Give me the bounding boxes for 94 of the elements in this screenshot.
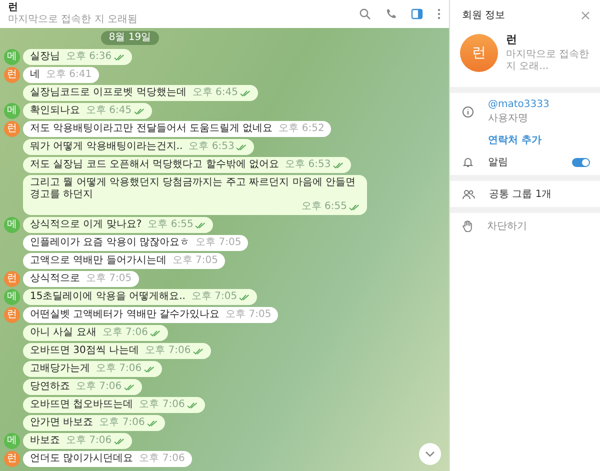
profile-name: 런 xyxy=(506,32,518,47)
people-icon xyxy=(462,188,475,200)
read-checks-icon xyxy=(134,108,145,114)
message-text: 네 xyxy=(30,69,40,81)
read-checks-icon xyxy=(114,438,125,444)
username-label: 사용자명 xyxy=(488,112,529,125)
date-badge: 8월 19일 xyxy=(100,31,160,45)
message-text: 어떤실벳 고액베터가 역배만 갈수가있나요 xyxy=(30,309,220,321)
more-icon[interactable] xyxy=(437,8,441,20)
read-checks-icon xyxy=(239,294,250,300)
message-time: 오후 6:36 xyxy=(66,51,112,63)
message-time: 오후 6:55 xyxy=(148,219,194,231)
read-checks-icon xyxy=(146,420,158,426)
search-icon[interactable] xyxy=(359,8,371,20)
message-text: 인플레이가 요즘 악용이 많잖아요ㅎ xyxy=(30,237,190,249)
message-text: 오바뜨면 30점씩 나는데 xyxy=(30,345,140,357)
message-time: 오후 7:06 xyxy=(66,435,112,447)
avatar[interactable]: 런 xyxy=(4,121,20,137)
chat-title: 런 xyxy=(8,2,19,14)
message-text: 확인되나요 xyxy=(30,105,80,117)
close-icon[interactable] xyxy=(581,10,590,20)
avatar[interactable]: 런 xyxy=(4,451,20,467)
message-text: 저도 실장님 코드 오픈해서 먹당했다고 할수밖에 없어요 xyxy=(30,159,280,171)
scroll-down-button[interactable] xyxy=(419,443,441,465)
avatar[interactable]: 런 xyxy=(4,271,20,287)
avatar[interactable]: 런 xyxy=(4,307,20,323)
read-checks-icon xyxy=(349,204,360,210)
username-link[interactable]: @mato3333 xyxy=(488,99,550,110)
notifications-toggle[interactable] xyxy=(572,158,590,166)
chevron-down-icon xyxy=(425,451,435,457)
bell-icon xyxy=(462,156,474,168)
avatar[interactable]: 메 xyxy=(4,103,20,119)
message-text: 고액으로 역배만 들어가시는데 xyxy=(30,255,166,267)
message-time: 오후 6:45 xyxy=(86,105,132,117)
avatar[interactable]: 메 xyxy=(4,289,20,305)
read-checks-icon xyxy=(114,54,125,60)
message-text: 저도 악용배팅이라고만 전달들어서 도움드릴게 없네요 xyxy=(30,123,273,135)
panel-title: 회원 정보 xyxy=(462,9,506,22)
read-checks-icon xyxy=(192,348,204,354)
message-text: 그리고 뭘 어떻게 악용했던지 당첨금까지는 주고 짜르던지 마음에 안들면 경고를 하던지 xyxy=(30,177,356,201)
read-checks-icon xyxy=(240,90,251,96)
message-time: 오후 6:53 xyxy=(285,159,331,171)
message-time: 오후 6:52 xyxy=(278,123,324,135)
message-text: 상식적으로 이게 맞나요? xyxy=(30,219,142,231)
message-text: 15초딜레이에 악용을 어떻게해요.. xyxy=(30,291,186,303)
profile-avatar: 런 xyxy=(460,34,498,72)
notifications-label: 알림 xyxy=(488,156,509,169)
read-checks-icon xyxy=(186,402,198,408)
chat-status: 마지막으로 접속한 지 오래됨 xyxy=(8,14,138,26)
message-text: 언더도 많이가시던데요 xyxy=(30,453,134,465)
message-time: 오후 7:06 xyxy=(145,345,191,357)
common-groups-item[interactable]: 공통 그룹 1개 xyxy=(489,187,590,201)
message-text: 고배당가는게 xyxy=(30,363,90,375)
info-icon xyxy=(462,106,474,118)
message-text: 안가면 바보죠 xyxy=(30,417,94,429)
read-checks-icon xyxy=(236,144,248,150)
avatar[interactable]: 메 xyxy=(4,49,20,65)
message-text: 뭐가 어떻게 악용배팅이라는건지.. xyxy=(30,141,183,153)
read-checks-icon xyxy=(144,366,155,372)
message-time: 오후 6:41 xyxy=(46,69,92,81)
message-time: 오후 7:06 xyxy=(99,417,145,429)
message-text: 실장님코드로 이프로벳 먹당했는데 xyxy=(30,87,186,99)
read-checks-icon xyxy=(124,384,135,390)
message-time: 오후 6:55 xyxy=(301,201,347,213)
message-time: 오후 7:06 xyxy=(76,381,122,393)
message-time: 오후 7:05 xyxy=(191,291,238,303)
sidebar-toggle-icon[interactable] xyxy=(411,8,423,20)
avatar[interactable]: 메 xyxy=(4,217,20,233)
block-user-item[interactable]: 차단하기 xyxy=(487,219,590,233)
read-checks-icon xyxy=(150,330,161,336)
message-time: 오후 7:05 xyxy=(226,309,272,321)
message-time: 오후 7:06 xyxy=(96,363,142,375)
avatar[interactable]: 런 xyxy=(4,67,20,83)
phone-icon[interactable] xyxy=(385,8,397,20)
message-time: 오후 7:06 xyxy=(139,399,185,411)
message-time: 오후 7:05 xyxy=(172,255,218,267)
avatar[interactable]: 메 xyxy=(4,433,20,449)
message-text: 바보죠 xyxy=(30,435,60,447)
message-time: 오후 7:05 xyxy=(196,237,242,249)
message-time: 오후 6:53 xyxy=(188,141,234,153)
hand-icon xyxy=(462,220,473,232)
message-time: 오후 6:45 xyxy=(192,87,238,99)
message-text: 아니 사실 요새 xyxy=(30,327,96,339)
message-time: 오후 7:06 xyxy=(102,327,148,339)
message-text: 실장님 xyxy=(30,51,60,63)
read-checks-icon xyxy=(332,162,344,168)
message-text: 상식적으로 xyxy=(30,273,80,285)
message-text: 당연하죠 xyxy=(30,381,70,393)
message-text: 오바뜨면 첩오바뜨는데 xyxy=(30,399,134,411)
read-checks-icon xyxy=(195,222,206,228)
add-contact-link[interactable]: 연락처 추가 xyxy=(488,133,542,147)
profile-status: 마지막으로 접속한 지 오래... xyxy=(506,49,590,73)
message-time: 오후 7:05 xyxy=(86,273,132,285)
message-time: 오후 7:06 xyxy=(139,453,185,465)
